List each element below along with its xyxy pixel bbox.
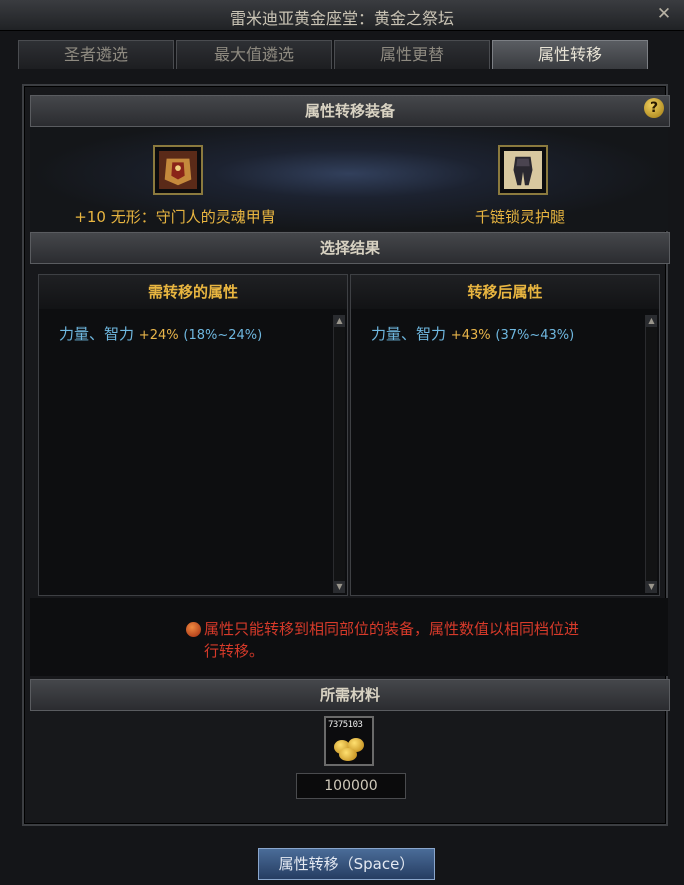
source-attribute-title: 需转移的属性 — [39, 275, 347, 309]
target-attribute-row: 力量、智力 +43% (37%~43%) — [371, 323, 574, 344]
source-attribute-panel: 需转移的属性 力量、智力 +24% (18%~24%) ▲ ▼ — [38, 274, 348, 596]
armor-icon — [159, 151, 197, 189]
source-attribute-pct: +24% — [138, 328, 179, 343]
equip-section-header: 属性转移装备 — [30, 95, 670, 127]
notice-area: 属性只能转移到相同部位的装备，属性数值以相同档位进行转移。 — [30, 598, 668, 676]
scroll-up-icon[interactable]: ▲ — [334, 315, 345, 327]
warning-icon — [186, 622, 201, 637]
source-attribute-row: 力量、智力 +24% (18%~24%) — [59, 323, 262, 344]
scroll-up-icon[interactable]: ▲ — [646, 315, 657, 327]
gold-material-slot[interactable]: 7375103 — [324, 716, 374, 766]
target-attribute-title: 转移后属性 — [351, 275, 659, 309]
source-panel-scrollbar[interactable]: ▲ ▼ — [333, 315, 345, 593]
target-attribute-pct: +43% — [450, 328, 491, 343]
gold-cost-field: 100000 — [296, 773, 406, 799]
tab-max-select[interactable]: 最大值遴选 — [176, 40, 332, 69]
tab-saint-select[interactable]: 圣者遴选 — [18, 40, 174, 69]
close-icon[interactable]: ✕ — [654, 4, 674, 24]
target-item-slot[interactable] — [498, 145, 548, 195]
target-panel-scrollbar[interactable]: ▲ ▼ — [645, 315, 657, 593]
help-icon[interactable]: ? — [644, 98, 664, 118]
title-bar: 雷米迪亚黄金座堂：黄金之祭坛 ✕ — [0, 0, 684, 31]
scroll-down-icon[interactable]: ▼ — [646, 581, 657, 593]
scroll-down-icon[interactable]: ▼ — [334, 581, 345, 593]
gold-owned-count: 7375103 — [328, 720, 363, 730]
target-attribute-stat: 力量、智力 — [371, 325, 447, 343]
source-item-name: +10 无形：守门人的灵魂甲胄 — [74, 208, 276, 226]
target-item-name: 千链锁灵护腿 — [474, 208, 565, 226]
notice-text: 属性只能转移到相同部位的装备，属性数值以相同档位进行转移。 — [204, 620, 580, 660]
result-section-header: 选择结果 — [30, 232, 670, 264]
source-attribute-stat: 力量、智力 — [59, 325, 135, 343]
attribute-transfer-button[interactable]: 属性转移（Space） — [258, 848, 435, 880]
tab-bar: 圣者遴选 最大值遴选 属性更替 属性转移 — [18, 40, 648, 70]
tab-attribute-transfer[interactable]: 属性转移 — [492, 40, 648, 69]
source-attribute-range: (18%~24%) — [183, 328, 263, 343]
tab-attribute-replace[interactable]: 属性更替 — [334, 40, 490, 69]
leg-armor-icon — [504, 151, 542, 189]
target-attribute-range: (37%~43%) — [495, 328, 575, 343]
window-title: 雷米迪亚黄金座堂：黄金之祭坛 — [229, 9, 454, 28]
target-attribute-panel: 转移后属性 力量、智力 +43% (37%~43%) ▲ ▼ — [350, 274, 660, 596]
source-item-slot[interactable] — [153, 145, 203, 195]
materials-section-header: 所需材料 — [30, 679, 670, 711]
